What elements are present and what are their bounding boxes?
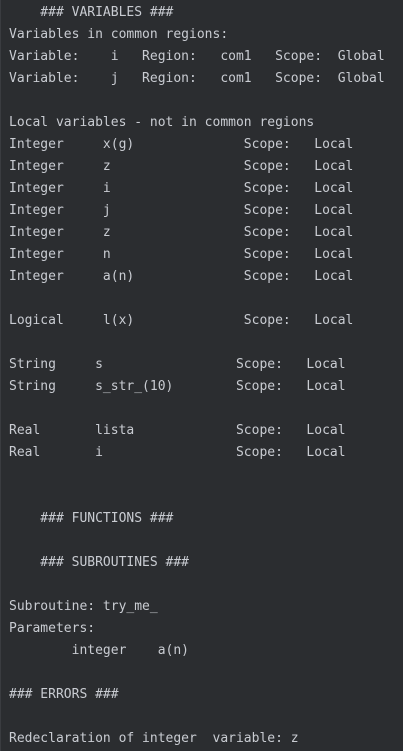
console-line-local-vars-label: Local variables - not in common regions xyxy=(9,115,315,130)
console-line-error-redeclaration: Redeclaration of integer variable: z xyxy=(9,731,299,746)
console-line-common-var-i: Variable: i Region: com1 Scope: Global xyxy=(9,49,385,64)
console-line-local-integer-an: Integer a(n) Scope: Local xyxy=(9,269,354,284)
console-line-parameters-label: Parameters: xyxy=(9,621,96,636)
console-line-variables-heading: ### VARIABLES ### xyxy=(9,5,174,20)
console-line-local-integer-xg: Integer x(g) Scope: Local xyxy=(9,137,354,152)
console-line-errors-heading: ### ERRORS ### xyxy=(9,687,119,702)
console-line-local-real-lista: Real lista Scope: Local xyxy=(9,423,346,438)
console-output-panel[interactable]: ### VARIABLES ### Variables in common re… xyxy=(0,0,403,751)
console-line-local-logical-lx: Logical l(x) Scope: Local xyxy=(9,313,354,328)
console-line-subroutines-heading: ### SUBROUTINES ### xyxy=(9,555,190,570)
console-line-functions-heading: ### FUNCTIONS ### xyxy=(9,511,174,526)
console-line-subroutine-name: Subroutine: try_me_ xyxy=(9,599,158,614)
console-line-common-var-j: Variable: j Region: com1 Scope: Global xyxy=(9,71,385,86)
console-line-local-real-i: Real i Scope: Local xyxy=(9,445,346,460)
console-line-local-integer-z-2: Integer z Scope: Local xyxy=(9,225,354,240)
console-line-parameter-an: integer a(n) xyxy=(9,643,190,658)
console-line-local-string-s-str: String s_str_(10) Scope: Local xyxy=(9,379,346,394)
console-line-local-integer-i: Integer i Scope: Local xyxy=(9,181,354,196)
console-line-common-regions-label: Variables in common regions: xyxy=(9,27,229,42)
console-line-local-string-s: String s Scope: Local xyxy=(9,357,346,372)
console-line-local-integer-z: Integer z Scope: Local xyxy=(9,159,354,174)
console-line-local-integer-n: Integer n Scope: Local xyxy=(9,247,354,262)
console-line-local-integer-j: Integer j Scope: Local xyxy=(9,203,354,218)
